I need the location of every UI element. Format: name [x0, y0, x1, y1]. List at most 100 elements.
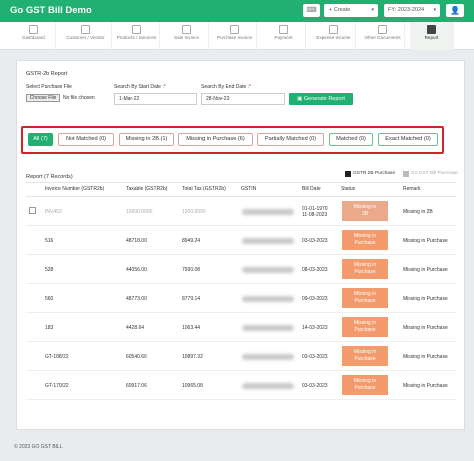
start-date-label: Search By Start Date :*	[114, 84, 166, 90]
cell-bill-date: 09-03-2023	[302, 296, 328, 302]
cell-bill-date: 14-03-2023	[302, 325, 328, 331]
cell-invoice: 528	[45, 267, 54, 273]
end-date-label: Search By End Date :*	[201, 84, 252, 90]
section-title: GSTR-2b Report	[26, 71, 68, 77]
cell-invoice: INV453	[45, 209, 62, 215]
nav-item-expense-income[interactable]: Expense Income	[312, 22, 356, 50]
gstin-redacted	[242, 325, 294, 331]
filter-matched[interactable]: Matched (0)	[329, 133, 373, 146]
col-invoice: Invoice Number (GSTR2b)	[45, 186, 105, 192]
cell-taxable: 4428.64	[126, 325, 145, 331]
gstin-redacted	[242, 209, 294, 215]
row-divider	[26, 312, 456, 313]
generate-report-button[interactable]: ▣ Generate Report	[289, 93, 353, 105]
cell-invoice: GT-188/22	[45, 354, 69, 360]
cell-total-tax: 1200.0000	[182, 209, 206, 215]
end-date-input[interactable]: 28-Nov-23	[201, 93, 285, 105]
nav-item-sale-invoice[interactable]: Sale Invoice	[165, 22, 209, 50]
cell-remark: Missing in Purchase	[403, 267, 448, 273]
gstin-redacted	[242, 354, 294, 360]
cell-invoice: 560	[45, 296, 54, 302]
chevron-down-icon: ▾	[371, 7, 374, 13]
filter-missing-in-purchase[interactable]: Missing in Purchase (6)	[178, 133, 253, 146]
payment-icon	[279, 25, 288, 34]
row-divider	[26, 225, 456, 226]
nav-item-report[interactable]: Report	[410, 22, 454, 50]
choose-file-button[interactable]: Choose File	[26, 94, 60, 102]
gstin-redacted	[242, 267, 294, 273]
cell-taxable: 44056.00	[126, 267, 147, 273]
create-dropdown[interactable]: + Create ▾	[324, 4, 378, 17]
row-divider	[26, 254, 456, 255]
cell-total-tax: 8779.14	[182, 296, 201, 302]
file-label: Select Purchase File	[26, 84, 72, 90]
col-total-tax: Total Tax (GSTR2b)	[182, 186, 226, 192]
dashboard-icon	[29, 25, 38, 34]
nav-item-payment[interactable]: Payment	[262, 22, 306, 50]
col-taxable: Taxable (GSTR2b)	[126, 186, 168, 192]
footer-copyright: © 2023 GO GST BILL	[14, 444, 63, 450]
status-badge: Missing in Purchase	[342, 375, 388, 395]
cell-remark: Missing in Purchase	[403, 238, 448, 244]
legend-gogst-label: Go GST Bill Purchase	[411, 171, 458, 176]
keyboard-icon[interactable]: ⌨	[303, 4, 320, 17]
cell-taxable: 10000.0000	[126, 209, 153, 215]
nav-item-products-services[interactable]: Products / Services	[114, 22, 160, 50]
nav-item-purchase-invoice[interactable]: Purchase Invoice	[213, 22, 257, 50]
col-bill-date: Bill Date	[302, 186, 321, 192]
row-divider	[26, 341, 456, 342]
filter-all[interactable]: All (7)	[28, 133, 53, 146]
row-divider	[26, 399, 456, 400]
user-avatar-icon[interactable]: 👤	[446, 4, 464, 17]
create-label: + Create	[329, 7, 351, 13]
table-header-divider	[26, 196, 456, 197]
fiscal-year-select[interactable]: FY: 2023-2024 ▾	[384, 4, 440, 17]
cell-taxable: 60540.66	[126, 354, 147, 360]
cell-total-tax: 7930.08	[182, 267, 201, 273]
fiscal-year-label: FY: 2023-2024	[388, 7, 425, 13]
gstin-redacted	[242, 383, 294, 389]
gstin-redacted	[242, 238, 294, 244]
cell-bill-date: 03-03-2023	[302, 354, 328, 360]
status-badge: Missing in Purchase	[342, 346, 388, 366]
filter-exact-matched[interactable]: Exact Matched (0)	[378, 133, 438, 146]
cell-invoice: 183	[45, 325, 54, 331]
row-checkbox[interactable]	[29, 207, 36, 214]
cell-remark: Missing in Purchase	[403, 325, 448, 331]
row-divider	[26, 370, 456, 371]
legend-gstr-label: GSTR 2B Purchase	[353, 171, 396, 176]
status-badge: Missing in Purchase	[342, 288, 388, 308]
users-icon	[81, 25, 90, 34]
top-header: Go GST Bill Demo ⌨ + Create ▾ FY: 2023-2…	[0, 0, 474, 22]
cell-total-tax: 1063.44	[182, 325, 201, 331]
nav-item-other-documents[interactable]: Other Documents	[361, 22, 405, 50]
status-badge: Missing in Purchase	[342, 317, 388, 337]
start-date-input[interactable]: 1-Mar-22	[114, 93, 197, 105]
report-panel: GSTR-2b Report Select Purchase File Choo…	[16, 60, 465, 430]
box-icon	[132, 25, 141, 34]
cell-invoice: GT-170/22	[45, 383, 69, 389]
nav-item-customer-vendor[interactable]: Customer / Vendor	[60, 22, 112, 50]
cell-remark: Missing in Purchase	[403, 296, 448, 302]
cell-total-tax: 10897.32	[182, 354, 203, 360]
cell-bill-date: 03-03-2023	[302, 383, 328, 389]
report-title: Report (7 Records)	[26, 174, 73, 180]
cell-invoice: 516	[45, 238, 54, 244]
status-badge: Missing in 2B	[342, 201, 388, 221]
cell-bill-date: 03-03-2023	[302, 238, 328, 244]
col-status: Status	[341, 186, 356, 192]
filter-missing-in-2b[interactable]: Missing in 2B (1)	[119, 133, 174, 146]
col-remark: Remark	[403, 186, 421, 192]
cell-taxable: 48718.00	[126, 238, 147, 244]
col-gstin: GSTIN	[241, 186, 257, 192]
cell-bill-date: 08-03-2023	[302, 267, 328, 273]
report-icon: ▣	[297, 96, 304, 102]
cell-remark: Missing in Purchase	[403, 354, 448, 360]
app-title: Go GST Bill Demo	[10, 5, 92, 16]
row-divider	[26, 283, 456, 284]
purchase-icon	[230, 25, 239, 34]
filter-partially-matched[interactable]: Partially Matched (0)	[257, 133, 324, 146]
nav-item-dashboard[interactable]: Dashboard	[12, 22, 56, 50]
filter-not-matched[interactable]: Not Matched (0)	[58, 133, 114, 146]
legend-gstr-swatch	[345, 171, 351, 177]
